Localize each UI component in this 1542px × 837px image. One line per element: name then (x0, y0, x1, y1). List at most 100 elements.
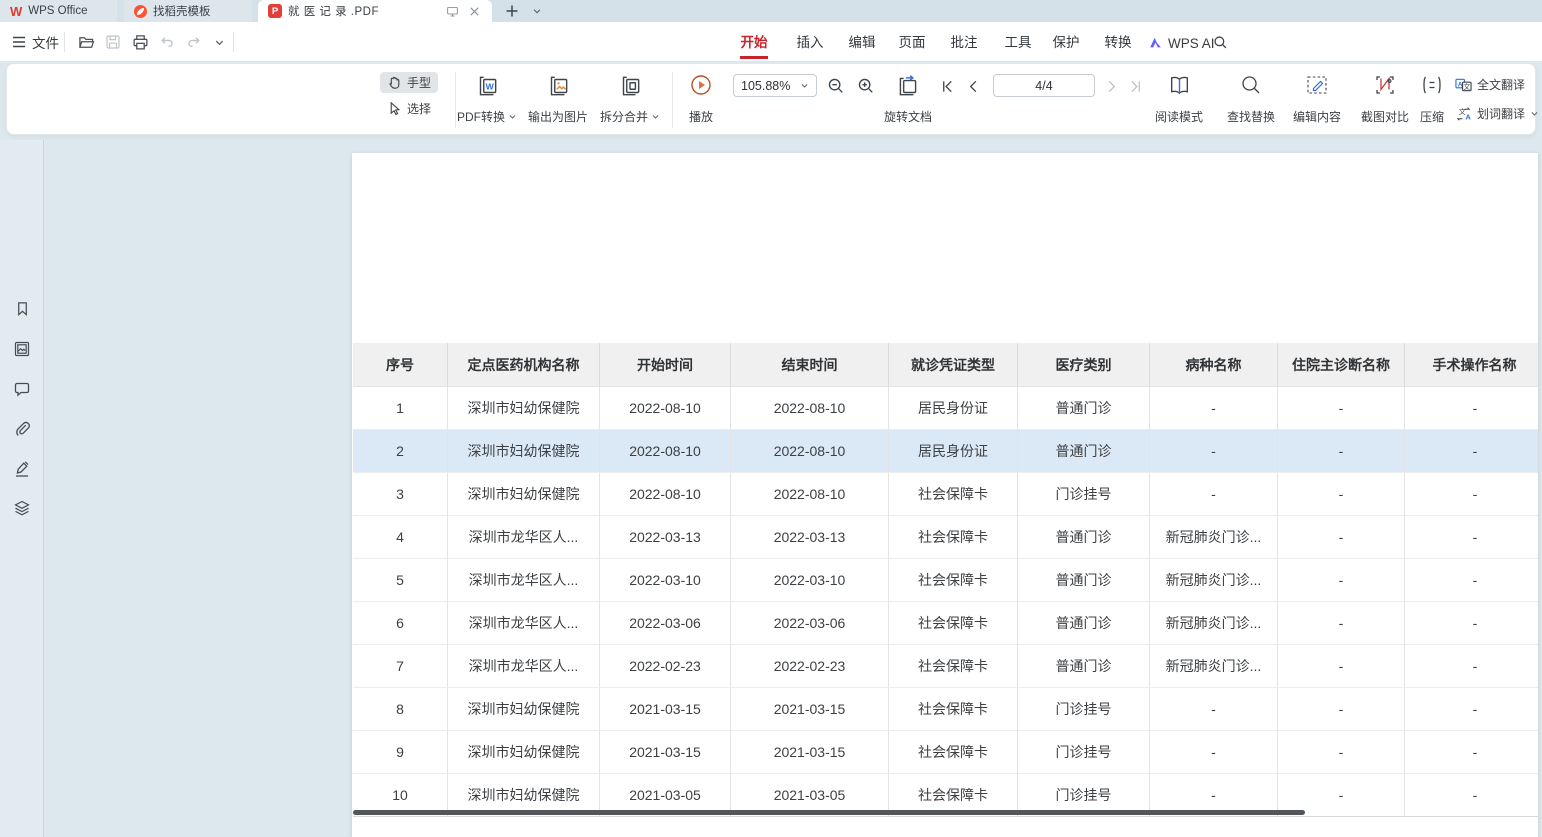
save-button[interactable] (102, 32, 124, 52)
compress-icon (1420, 73, 1444, 97)
read-mode-label: 阅读模式 (1155, 108, 1203, 125)
rotate-document-button[interactable]: 旋转文档 (877, 73, 939, 125)
monitor-icon[interactable] (444, 3, 460, 19)
zoom-in-button[interactable] (855, 75, 877, 97)
undo-button[interactable] (156, 32, 178, 52)
menu-search-icon[interactable] (1213, 35, 1228, 50)
close-tab-icon[interactable] (466, 3, 482, 19)
split-merge-button[interactable]: 拆分合并 (597, 73, 663, 125)
tab-docer-templates[interactable]: 找稻壳模板 (124, 0, 252, 22)
table-cell: - (1150, 473, 1278, 516)
table-cell: 居民身份证 (889, 430, 1018, 473)
first-page-button[interactable] (937, 75, 957, 97)
redo-button[interactable] (183, 32, 205, 52)
split-merge-icon (617, 73, 643, 99)
word-translate-button[interactable]: 文 A 划词翻译 (1455, 105, 1539, 122)
comments-panel-button[interactable] (12, 379, 32, 399)
menu-home[interactable]: 开始 (726, 30, 782, 56)
redo-icon (186, 34, 202, 50)
previous-page-button[interactable] (963, 75, 983, 97)
full-translate-icon: A 文 (1455, 77, 1472, 93)
edit-content-label: 编辑内容 (1293, 108, 1341, 125)
print-button[interactable] (129, 32, 151, 52)
table-cell: 2022-08-10 (731, 387, 889, 430)
tab-wps-home[interactable]: W WPS Office (0, 0, 117, 22)
table-cell: 2022-08-10 (600, 473, 731, 516)
last-page-button[interactable] (1125, 75, 1145, 97)
quick-access-chevron-icon[interactable] (208, 32, 230, 52)
table-cell: - (1278, 602, 1405, 645)
compress-button[interactable]: 压缩 (1411, 73, 1453, 125)
table-cell: 普通门诊 (1018, 559, 1150, 602)
printer-icon (132, 34, 149, 51)
last-page-icon (1128, 79, 1143, 94)
file-menu-button[interactable]: 文件 (8, 30, 63, 54)
table-cell: - (1278, 387, 1405, 430)
tab-document-label: 就 医 记 录 .PDF (288, 3, 379, 19)
table-cell: 门诊挂号 (1018, 473, 1150, 516)
table-cell: 深圳市龙华区人... (448, 559, 600, 602)
tab-list-chevron-icon[interactable] (528, 1, 546, 21)
menu-page[interactable]: 页面 (884, 30, 940, 56)
attachments-panel-button[interactable] (12, 419, 32, 439)
table-header-cell: 开始时间 (600, 343, 731, 387)
read-mode-button[interactable]: 阅读模式 (1153, 73, 1205, 125)
table-cell: 9 (353, 731, 448, 774)
signature-panel-button[interactable] (12, 459, 32, 479)
full-text-translate-button[interactable]: A 文 全文翻译 (1455, 76, 1525, 93)
find-replace-button[interactable]: 查找替换 (1221, 73, 1281, 125)
table-cell: 深圳市妇幼保健院 (448, 731, 600, 774)
select-tool-button[interactable]: 选择 (380, 98, 438, 119)
table-cell: 2022-03-13 (600, 516, 731, 559)
undo-icon (159, 34, 175, 50)
layers-panel-button[interactable] (12, 498, 32, 518)
ribbon-toolbar: 手型 选择 W PDF转换 (6, 63, 1536, 135)
menu-wps-ai[interactable]: WPS AI (1148, 30, 1215, 56)
edit-content-button[interactable]: 编辑内容 (1287, 73, 1347, 125)
hand-tool-button[interactable]: 手型 (380, 72, 438, 93)
folder-open-icon (78, 34, 95, 51)
menu-edit[interactable]: 编辑 (834, 30, 890, 56)
divider (672, 72, 673, 128)
book-icon (1167, 73, 1192, 98)
table-row: 1深圳市妇幼保健院2022-08-102022-08-10居民身份证普通门诊--… (353, 387, 1538, 430)
first-page-icon (940, 79, 955, 94)
divider (455, 72, 456, 128)
screenshot-compare-button[interactable]: 截图对比 (1355, 73, 1415, 125)
pdf-convert-button[interactable]: W PDF转换 (457, 73, 517, 125)
zoom-out-button[interactable] (825, 75, 847, 97)
tab-document-pdf[interactable]: P 就 医 记 录 .PDF (258, 0, 492, 22)
full-translate-label: 全文翻译 (1477, 76, 1525, 93)
play-button[interactable]: 播放 (679, 73, 723, 125)
horizontal-scrollbar-thumb[interactable] (353, 810, 1305, 815)
next-page-button[interactable] (1101, 75, 1121, 97)
edit-content-icon (1305, 73, 1329, 97)
table-cell: 社会保障卡 (889, 645, 1018, 688)
bookmark-panel-button[interactable] (12, 299, 32, 319)
menu-protect[interactable]: 保护 (1038, 30, 1094, 56)
zoom-select[interactable]: 105.88% (733, 74, 817, 97)
table-cell: 新冠肺炎门诊... (1150, 516, 1278, 559)
menu-convert[interactable]: 转换 (1090, 30, 1146, 56)
thumbnails-panel-button[interactable] (12, 339, 32, 359)
paperclip-icon (13, 420, 31, 438)
table-cell: - (1405, 731, 1538, 774)
file-menu-label: 文件 (32, 32, 59, 52)
menu-comment[interactable]: 批注 (936, 30, 992, 56)
find-replace-icon (1239, 73, 1263, 97)
new-tab-button[interactable] (500, 1, 524, 21)
table-cell: 2022-03-10 (600, 559, 731, 602)
table-cell: 2021-03-15 (731, 688, 889, 731)
menu-insert[interactable]: 插入 (782, 30, 838, 56)
open-file-button[interactable] (75, 32, 97, 52)
table-cell: - (1278, 516, 1405, 559)
table-cell: 门诊挂号 (1018, 731, 1150, 774)
table-cell: 新冠肺炎门诊... (1150, 645, 1278, 688)
export-as-image-button[interactable]: 输出为图片 (525, 73, 591, 125)
zoom-out-icon (827, 77, 845, 95)
table-cell: 5 (353, 559, 448, 602)
document-canvas: 序号定点医药机构名称开始时间结束时间就诊凭证类型医疗类别病种名称住院主诊断名称手… (45, 140, 1542, 837)
table-cell: 社会保障卡 (889, 731, 1018, 774)
page-number-input[interactable] (993, 74, 1095, 97)
table-cell: 社会保障卡 (889, 473, 1018, 516)
